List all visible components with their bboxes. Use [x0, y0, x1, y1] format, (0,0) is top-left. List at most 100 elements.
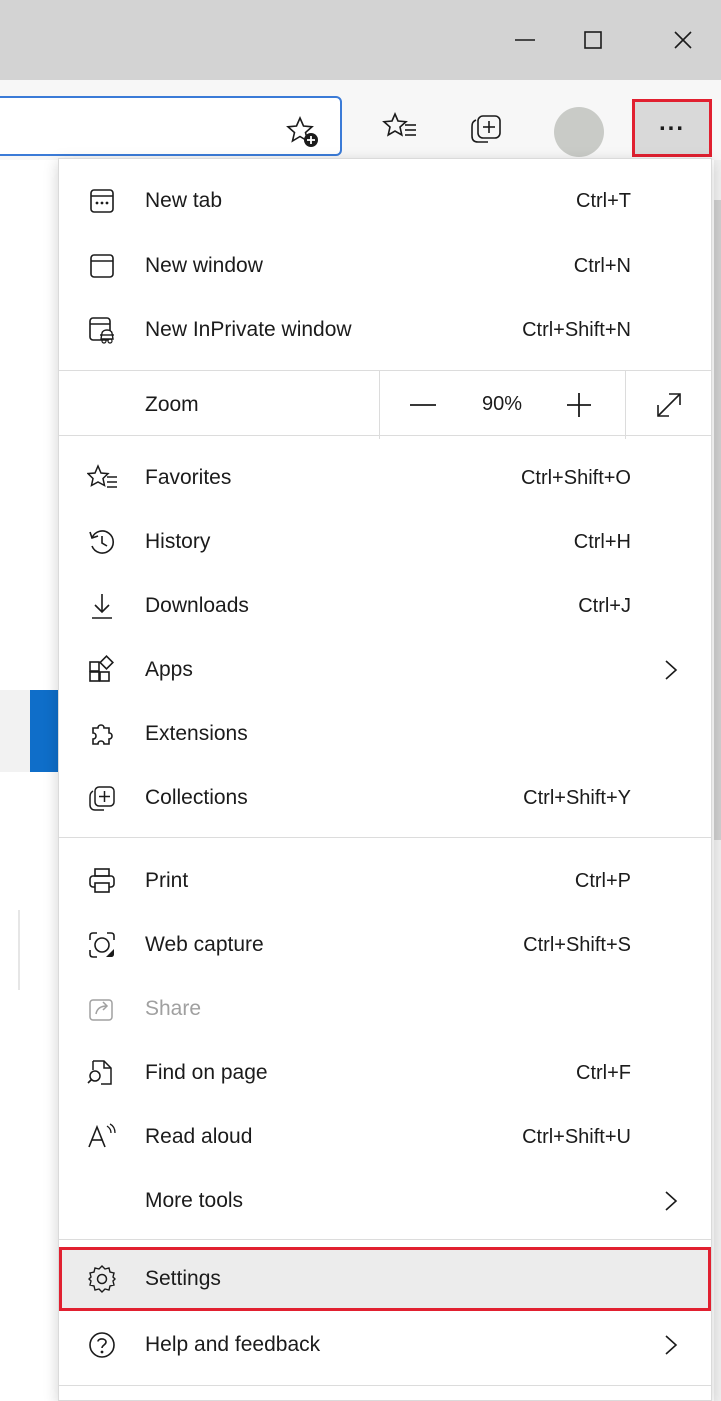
shortcut: Ctrl+Shift+Y — [523, 786, 631, 809]
menu-item-share: Share — [59, 977, 711, 1041]
add-favorite-button[interactable] — [284, 112, 324, 152]
minimize-icon — [515, 39, 535, 41]
full-screen-icon — [657, 393, 681, 417]
minus-icon — [410, 404, 436, 406]
menu-item-read-aloud[interactable]: Read aloud Ctrl+Shift+U — [59, 1105, 711, 1169]
menu-item-find-on-page[interactable]: Find on page Ctrl+F — [59, 1041, 711, 1105]
print-icon — [87, 866, 117, 896]
menu-item-print[interactable]: Print Ctrl+P — [59, 849, 711, 913]
shortcut: Ctrl+Shift+N — [522, 318, 631, 341]
full-screen-button[interactable] — [649, 385, 689, 425]
shortcut: Ctrl+J — [578, 594, 631, 617]
menu-item-label: Find on page — [145, 1061, 268, 1084]
shortcut: Ctrl+T — [576, 189, 631, 212]
menu-item-label: Settings — [145, 1267, 221, 1290]
shortcut: Ctrl+Shift+O — [520, 466, 631, 489]
share-icon — [87, 994, 117, 1024]
menu-item-label: New InPrivate window — [145, 318, 352, 341]
menu-item-label: Favorites — [145, 466, 232, 489]
menu-item-label: Downloads — [145, 594, 249, 617]
menu-item-favorites[interactable]: Favorites Ctrl+Shift+O — [59, 446, 711, 510]
title-bar — [0, 0, 721, 80]
collections-button[interactable] — [466, 108, 506, 148]
menu-item-label: Share — [145, 997, 202, 1020]
menu-divider — [59, 837, 711, 838]
zoom-out-button[interactable] — [405, 381, 441, 429]
menu-divider — [59, 1385, 711, 1386]
menu-item-new-inprivate-window[interactable]: New InPrivate window Ctrl+Shift+N — [59, 298, 711, 362]
page-element — [0, 910, 20, 990]
zoom-label: Zoom — [145, 393, 199, 416]
collections-icon — [87, 783, 117, 813]
zoom-separator — [625, 371, 626, 439]
menu-divider — [59, 1239, 711, 1240]
minimize-button[interactable] — [492, 0, 558, 80]
new-window-icon — [87, 251, 117, 281]
menu-item-label: Print — [145, 869, 189, 892]
menu-item-downloads[interactable]: Downloads Ctrl+J — [59, 574, 711, 638]
menu-item-label: New window — [145, 254, 263, 277]
settings-menu: New tab Ctrl+T New window Ctrl+N New InP… — [58, 158, 712, 1401]
shortcut: Ctrl+F — [576, 1061, 631, 1084]
favorites-icon — [382, 111, 416, 137]
collections-icon — [471, 115, 501, 143]
menu-item-collections[interactable]: Collections Ctrl+Shift+Y — [59, 766, 711, 830]
zoom-in-button[interactable] — [559, 381, 599, 429]
menu-item-label: More tools — [145, 1189, 244, 1212]
profile-avatar[interactable] — [554, 107, 604, 157]
menu-item-label: Help and feedback — [145, 1333, 321, 1356]
close-button[interactable] — [650, 0, 716, 80]
add-favorite-icon — [286, 116, 318, 147]
help-icon — [87, 1330, 117, 1360]
history-icon — [87, 527, 117, 557]
zoom-value: 90% — [482, 393, 523, 415]
menu-item-more-tools[interactable]: More tools — [59, 1169, 711, 1233]
menu-item-label: Web capture — [145, 933, 264, 956]
chevron-right-icon — [661, 1330, 681, 1360]
menu-item-history[interactable]: History Ctrl+H — [59, 510, 711, 574]
shortcut: Ctrl+N — [573, 254, 631, 277]
menu-item-label: History — [145, 530, 211, 553]
web-capture-icon — [87, 930, 117, 960]
menu-item-settings[interactable]: Settings — [59, 1247, 711, 1311]
download-icon — [87, 591, 117, 621]
scrollbar-thumb[interactable] — [714, 200, 721, 840]
settings-icon — [87, 1264, 117, 1294]
new-tab-icon — [87, 186, 117, 216]
page-element — [0, 690, 30, 772]
settings-and-more-button[interactable]: ... — [632, 99, 712, 157]
zoom-separator — [379, 371, 380, 439]
shortcut: Ctrl+Shift+U — [522, 1125, 631, 1148]
menu-item-label: Extensions — [145, 722, 248, 745]
chevron-right-icon — [661, 655, 681, 685]
zoom-row: Zoom 90% — [59, 371, 711, 439]
inprivate-icon — [87, 315, 117, 345]
more-icon: ... — [658, 109, 685, 136]
favorites-button[interactable] — [380, 108, 420, 148]
shortcut: Ctrl+H — [573, 530, 631, 553]
find-icon — [87, 1058, 117, 1088]
menu-item-new-window[interactable]: New window Ctrl+N — [59, 234, 711, 298]
menu-item-extensions[interactable]: Extensions — [59, 702, 711, 766]
page-accent — [30, 690, 58, 772]
menu-item-label: New tab — [145, 189, 223, 212]
menu-divider — [59, 435, 711, 436]
apps-icon — [87, 655, 117, 685]
menu-item-help-and-feedback[interactable]: Help and feedback — [59, 1313, 711, 1377]
chevron-right-icon — [661, 1186, 681, 1216]
close-icon — [674, 31, 692, 49]
shortcut: Ctrl+P — [574, 869, 631, 892]
maximize-icon — [584, 31, 602, 49]
menu-item-label: Read aloud — [145, 1125, 253, 1148]
shortcut: Ctrl+Shift+S — [523, 933, 631, 956]
plus-icon — [567, 393, 591, 417]
read-aloud-icon — [87, 1122, 117, 1152]
maximize-button[interactable] — [560, 0, 626, 80]
favorites-icon — [87, 463, 117, 493]
menu-item-label: Apps — [145, 658, 193, 681]
extensions-icon — [87, 719, 117, 749]
menu-item-apps[interactable]: Apps — [59, 638, 711, 702]
menu-item-label: Collections — [145, 786, 248, 809]
menu-item-new-tab[interactable]: New tab Ctrl+T — [59, 169, 711, 233]
menu-item-web-capture[interactable]: Web capture Ctrl+Shift+S — [59, 913, 711, 977]
